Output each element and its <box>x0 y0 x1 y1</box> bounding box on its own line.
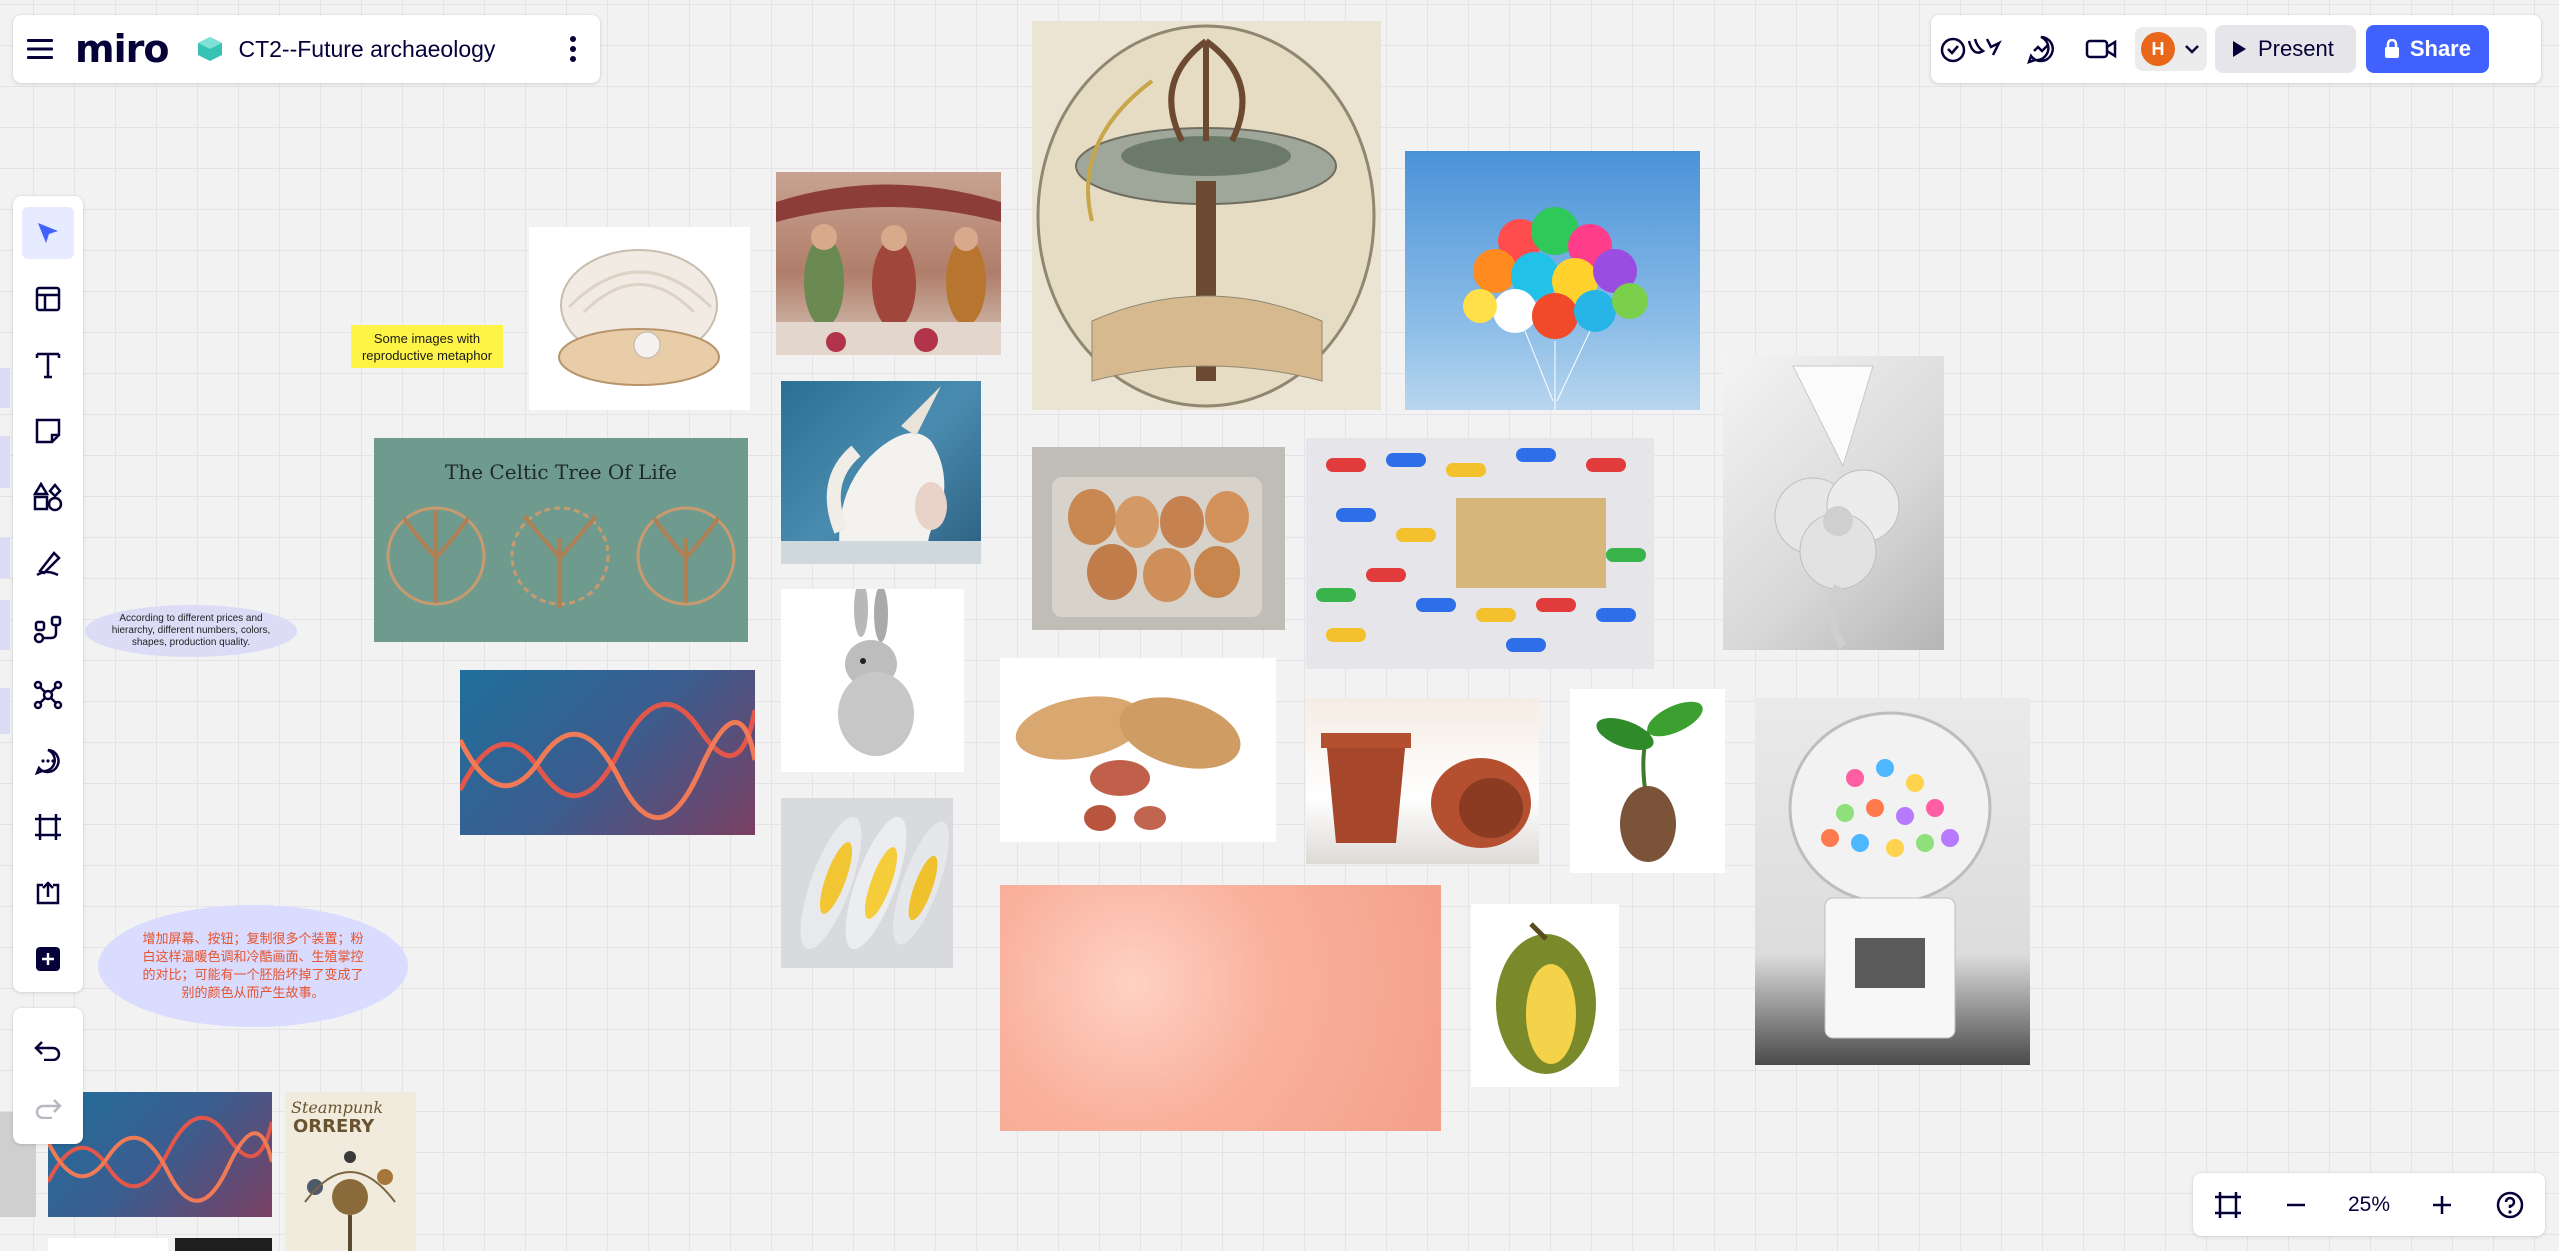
comment-tool-button[interactable] <box>22 735 74 787</box>
celtic-tree-of-life-image[interactable]: The Celtic Tree Of Life <box>374 438 748 642</box>
help-button[interactable] <box>2495 1190 2525 1220</box>
shapes-icon <box>33 482 63 512</box>
cursor-arrow-icon <box>38 223 58 243</box>
peanuts-image[interactable] <box>1000 658 1276 842</box>
creation-toolbar <box>13 196 83 992</box>
lock-icon <box>2384 39 2399 58</box>
rabbit-image[interactable] <box>781 589 964 772</box>
fish-with-roe-image[interactable] <box>781 798 953 968</box>
main-menu-button[interactable] <box>13 15 67 83</box>
present-label: Present <box>2258 36 2334 61</box>
zoom-controls: 25% <box>2193 1173 2545 1236</box>
miro-logo[interactable]: miro <box>75 27 169 71</box>
mind-map-tool-button[interactable] <box>22 669 74 721</box>
history-toolbar <box>13 1008 83 1144</box>
board-icon <box>198 37 223 61</box>
share-label: Share <box>2409 36 2471 61</box>
glass-flower-image[interactable] <box>1723 356 1944 650</box>
shapes-tool-button[interactable] <box>22 471 74 523</box>
hamburger-icon <box>27 39 53 59</box>
chat-button[interactable] <box>2011 15 2071 83</box>
minus-icon <box>2286 1203 2305 1206</box>
upload-tool-button[interactable] <box>22 867 74 919</box>
text-icon <box>35 352 61 379</box>
pen-tool-button[interactable] <box>22 537 74 589</box>
connector-icon <box>33 615 62 644</box>
ellipse-note-text: According to different prices and hierar… <box>111 613 271 648</box>
balloons-image[interactable] <box>1405 151 1700 410</box>
pen-icon <box>36 551 61 577</box>
sticky-note-tool-button[interactable] <box>22 405 74 457</box>
unicorn-image[interactable] <box>781 381 981 564</box>
select-tool-button[interactable] <box>22 207 74 259</box>
durian-image[interactable] <box>1471 904 1619 1087</box>
undo-icon <box>34 1041 61 1061</box>
present-button[interactable]: Present <box>2215 25 2356 73</box>
frame-tool-button[interactable] <box>22 801 74 853</box>
plus-square-icon <box>36 947 60 971</box>
text-tool-button[interactable] <box>22 339 74 391</box>
play-icon <box>2233 41 2246 57</box>
video-call-button[interactable] <box>2071 15 2131 83</box>
collaboration-toolbar: H Present Share <box>1931 15 2541 83</box>
templates-tool-button[interactable] <box>22 273 74 325</box>
partial-image[interactable] <box>48 1238 168 1251</box>
connection-line-tool-button[interactable] <box>22 603 74 655</box>
partial-image[interactable] <box>175 1238 272 1251</box>
offscreen-note[interactable] <box>0 368 10 408</box>
board-options-button[interactable] <box>546 15 600 83</box>
zoom-out-button[interactable] <box>2284 1193 2308 1217</box>
eggs-carton-image[interactable] <box>1032 447 1285 630</box>
offscreen-note[interactable] <box>0 688 10 734</box>
board-title[interactable]: CT2--Future archaeology <box>238 36 546 63</box>
steampunk-orrery-image[interactable]: Steampunk ORRERY <box>285 1092 416 1251</box>
dna-image[interactable] <box>460 670 755 835</box>
zoom-in-button[interactable] <box>2430 1193 2454 1217</box>
fit-to-screen-button[interactable] <box>2213 1190 2243 1220</box>
comment-icon <box>34 748 60 775</box>
chevron-down-icon <box>2185 44 2199 54</box>
more-apps-button[interactable] <box>22 933 74 985</box>
chat-icon <box>2027 35 2054 64</box>
board-header: miro CT2--Future archaeology <box>13 15 600 83</box>
fit-screen-icon <box>2215 1191 2242 1218</box>
ellipse-note[interactable]: 增加屏幕、按钮；复制很多个装置；粉白这样温暖色调和冷酷画面、生殖掌控的对比；可能… <box>98 905 408 1027</box>
mind-map-icon <box>33 680 63 710</box>
zoom-level[interactable]: 25% <box>2348 1193 2390 1217</box>
offscreen-note[interactable] <box>0 436 10 488</box>
pills-image[interactable] <box>1306 438 1654 669</box>
collaborators-menu[interactable]: H <box>2135 27 2207 71</box>
frame-icon <box>35 814 61 840</box>
flower-pots-image[interactable] <box>1306 698 1539 864</box>
redo-icon <box>35 1099 62 1119</box>
sticky-note-icon <box>35 418 61 444</box>
gumball-machine-image[interactable] <box>1755 698 2030 1065</box>
avatar[interactable]: H <box>2141 32 2175 66</box>
pink-fur-texture-image[interactable] <box>1000 885 1441 1131</box>
plus-icon <box>2433 1195 2452 1214</box>
help-icon <box>2496 1191 2524 1218</box>
video-camera-icon <box>2085 39 2117 59</box>
more-vertical-icon <box>570 36 576 62</box>
share-button[interactable]: Share <box>2365 25 2489 73</box>
figurines-image[interactable] <box>776 172 1001 355</box>
board-canvas[interactable]: Some images with reproductive metaphor A… <box>0 0 2559 1251</box>
reactions-button[interactable] <box>1931 15 2011 83</box>
pearl-shell-image[interactable] <box>529 227 750 410</box>
reactions-icon <box>1940 37 2002 63</box>
ellipse-note[interactable]: According to different prices and hierar… <box>85 605 297 657</box>
undo-button[interactable] <box>22 1024 74 1076</box>
sprouting-seed-image[interactable] <box>1570 689 1725 873</box>
templates-icon <box>35 286 61 312</box>
sticky-note[interactable]: Some images with reproductive metaphor <box>351 325 503 368</box>
world-tree-illustration[interactable] <box>1032 21 1381 410</box>
ellipse-note-text: 增加屏幕、按钮；复制很多个装置；粉白这样温暖色调和冷酷画面、生殖掌控的对比；可能… <box>142 931 364 1000</box>
redo-button[interactable] <box>22 1082 74 1134</box>
upload-icon <box>36 881 60 905</box>
offscreen-note[interactable] <box>0 538 10 578</box>
offscreen-note[interactable] <box>0 600 10 650</box>
